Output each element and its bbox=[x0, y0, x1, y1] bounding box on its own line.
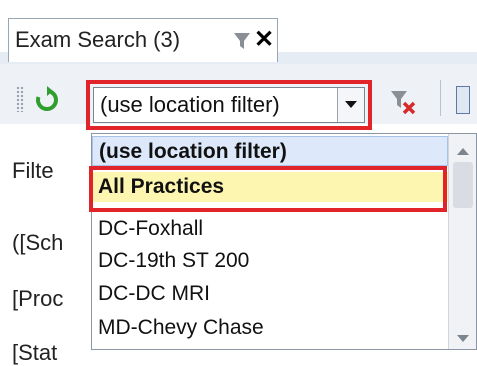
close-icon[interactable]: ✕ bbox=[253, 28, 275, 52]
schedule-filter-label: ([Sch bbox=[12, 230, 64, 255]
dropdown-scrollbar[interactable] bbox=[448, 134, 476, 349]
filter-label: Filte bbox=[12, 158, 54, 183]
status-filter-label: [Stat bbox=[12, 340, 58, 365]
toolbar-grip[interactable] bbox=[16, 86, 24, 112]
chevron-down-icon bbox=[345, 101, 357, 108]
toolbar-separator bbox=[440, 80, 441, 116]
location-filter-value: (use location filter) bbox=[100, 92, 280, 117]
clear-filter-icon[interactable] bbox=[388, 86, 418, 116]
tab-strip: Exam Search (3) ✕ bbox=[0, 0, 477, 66]
tab-label: Exam Search (3) bbox=[15, 27, 181, 52]
procedure-filter-label: [Proc bbox=[12, 286, 64, 311]
list-item[interactable]: DC-19th ST 200 bbox=[92, 246, 448, 276]
list-item[interactable]: MD-Chevy Chase bbox=[92, 313, 448, 343]
location-filter-combobox[interactable]: (use location filter) bbox=[93, 87, 365, 123]
filter-icon[interactable] bbox=[233, 31, 251, 51]
grid-icon[interactable] bbox=[456, 86, 470, 114]
refresh-icon[interactable] bbox=[34, 86, 60, 114]
chevron-down-icon[interactable] bbox=[457, 330, 469, 348]
combo-dropdown-button[interactable] bbox=[337, 88, 364, 122]
list-item[interactable]: (use location filter) bbox=[92, 136, 448, 166]
all-practices-highlight bbox=[89, 166, 447, 212]
list-item[interactable]: DC-DC MRI bbox=[92, 279, 448, 309]
chevron-up-icon[interactable] bbox=[457, 142, 469, 160]
list-item[interactable]: DC-Foxhall bbox=[92, 214, 448, 244]
tab-exam-search[interactable]: Exam Search (3) ✕ bbox=[8, 18, 278, 62]
scrollbar-thumb[interactable] bbox=[453, 162, 473, 208]
